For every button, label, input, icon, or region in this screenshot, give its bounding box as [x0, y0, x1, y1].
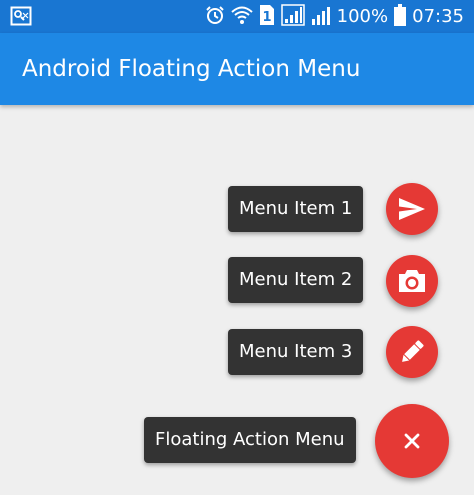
menu-item-2-label[interactable]: Menu Item 2	[228, 257, 364, 303]
alarm-icon	[205, 5, 225, 29]
app-bar: Android Floating Action Menu	[0, 33, 474, 105]
menu-item-2-button[interactable]	[386, 255, 438, 307]
status-left	[10, 6, 32, 30]
screenshot-icon	[10, 6, 32, 30]
battery-icon	[394, 4, 407, 30]
svg-text:1: 1	[262, 10, 271, 25]
page-title: Android Floating Action Menu	[22, 56, 361, 82]
floating-action-menu-button[interactable]	[375, 404, 449, 478]
send-icon	[398, 197, 426, 221]
signal-icon	[311, 4, 331, 30]
battery-percent: 100%	[336, 6, 389, 27]
status-right: 1 100% 07:35	[205, 4, 464, 30]
menu-item-3-label[interactable]: Menu Item 3	[228, 329, 364, 375]
menu-item-1-label[interactable]: Menu Item 1	[228, 186, 364, 232]
menu-item-3-button[interactable]	[386, 326, 438, 378]
menu-item-1-button[interactable]	[386, 183, 438, 235]
camera-icon	[397, 268, 427, 294]
pencil-icon	[398, 338, 426, 366]
signal-icon	[280, 4, 305, 30]
status-bar: 1 100% 07:35	[0, 0, 474, 33]
floating-action-menu-label[interactable]: Floating Action Menu	[144, 417, 356, 463]
wifi-icon	[230, 5, 253, 29]
sim-icon: 1	[259, 4, 275, 30]
close-icon	[404, 433, 420, 449]
clock: 07:35	[412, 6, 464, 27]
